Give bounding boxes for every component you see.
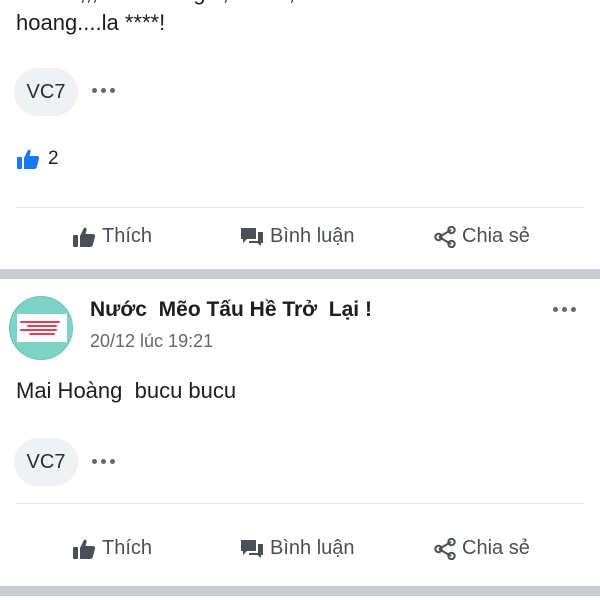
post2-like-button[interactable]: Thích: [72, 537, 152, 560]
post2-comment-more-icon[interactable]: [92, 459, 115, 464]
post1-commenter-chip[interactable]: VC7: [14, 68, 78, 116]
post2-timestamp[interactable]: 20/12 lúc 19:21: [90, 331, 213, 352]
post1-body: ioikor i,,, xieuhuhhgia, xouh , con bucu…: [16, 0, 586, 38]
post2-comment-button[interactable]: Bình luận: [240, 537, 355, 560]
post1-comment-more-icon[interactable]: [92, 88, 115, 93]
comment-label: Bình luận: [270, 225, 355, 247]
post1-comment-button[interactable]: Bình luận: [240, 225, 355, 248]
post1-reactions[interactable]: 2: [16, 148, 59, 170]
thumbs-up-icon: [73, 539, 96, 559]
thumbs-up-icon: [73, 227, 96, 247]
feed: ioikor i,,, xieuhuhhgia, xouh , con bucu…: [0, 0, 600, 600]
post-separator-bottom: [0, 586, 600, 596]
avatar-image-card: [17, 314, 67, 342]
post1-divider: [16, 207, 584, 208]
like-count: 2: [48, 148, 59, 169]
post2-more-icon[interactable]: [553, 307, 576, 312]
share-label: Chia sẻ: [462, 225, 530, 247]
post2-author-name[interactable]: Nước Mẽo Tấu Hề Trở Lại !: [90, 298, 372, 322]
post-separator: [0, 269, 600, 279]
post2-commenter-chip[interactable]: VC7: [14, 438, 78, 486]
post2-share-button[interactable]: Chia sẻ: [434, 537, 530, 560]
like-label: Thích: [102, 225, 153, 247]
comment-label: Bình luận: [270, 537, 355, 559]
post2-divider: [16, 503, 584, 504]
comment-icon: [241, 539, 263, 558]
share-label: Chia sẻ: [462, 537, 530, 559]
like-reaction-icon: [17, 149, 40, 169]
post1-share-button[interactable]: Chia sẻ: [434, 225, 530, 248]
share-icon: [434, 537, 456, 560]
post2-body: Mai Hoàng bucu bucu: [16, 378, 237, 403]
share-icon: [434, 225, 456, 248]
post2-author-avatar[interactable]: [9, 296, 73, 360]
post1-body-line2: hoang....la ****!: [16, 10, 166, 35]
like-label: Thích: [102, 537, 153, 559]
post1-body-line1: ioikor i,,, xieuhuhhgia, xouh , con bucu…: [16, 0, 586, 8]
post1-like-button[interactable]: Thích: [72, 225, 152, 248]
comment-icon: [241, 227, 263, 246]
